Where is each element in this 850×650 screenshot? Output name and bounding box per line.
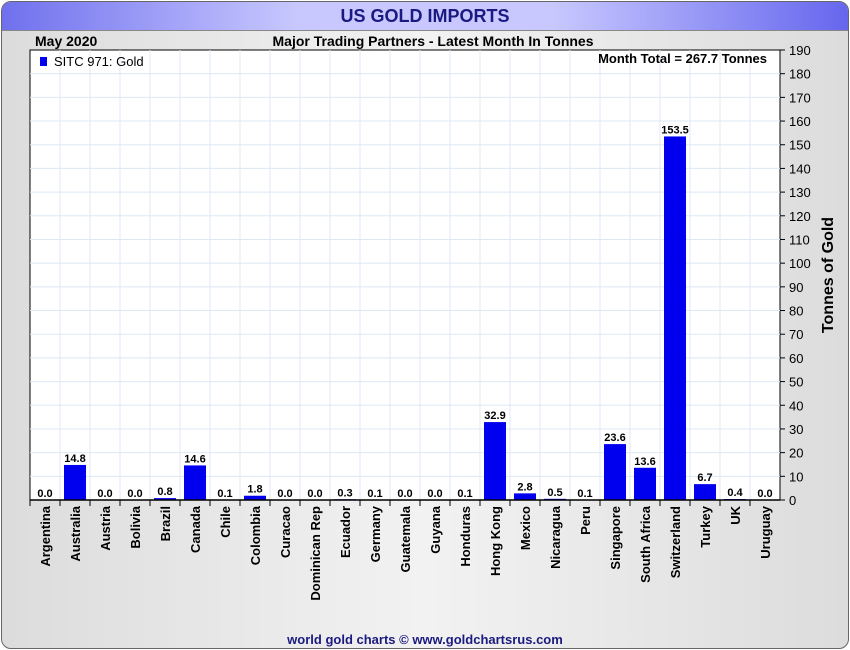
bar-mexico — [514, 493, 536, 500]
x-tick-label: UK — [728, 505, 743, 524]
y-tick-label: 60 — [789, 351, 803, 366]
legend-label: SITC 971: Gold — [54, 54, 144, 69]
bar-switzerland — [664, 136, 686, 500]
x-tick-label: Hong Kong — [488, 506, 503, 576]
x-tick-label: Turkey — [698, 505, 713, 547]
x-tick-label: Switzerland — [668, 506, 683, 578]
data-label: 0.0 — [757, 488, 772, 500]
data-label: 0.1 — [217, 488, 232, 500]
data-label: 0.0 — [37, 488, 52, 500]
data-label: 0.1 — [367, 488, 382, 500]
data-label: 14.8 — [64, 453, 85, 465]
x-tick-label: Nicaragua — [548, 505, 563, 569]
x-tick-label: Mexico — [518, 506, 533, 550]
x-tick-label: Guatemala — [398, 505, 413, 572]
x-tick-label: Argentina — [38, 505, 53, 566]
data-label: 153.5 — [661, 124, 689, 136]
x-tick-label: Ecuador — [338, 506, 353, 558]
y-tick-label: 170 — [789, 90, 811, 105]
legend-swatch — [40, 57, 47, 66]
y-tick-label: 80 — [789, 304, 803, 319]
data-label: 14.6 — [184, 453, 205, 465]
x-tick-label: Singapore — [608, 506, 623, 570]
x-tick-label: Australia — [68, 505, 83, 561]
x-tick-label: Dominican Rep — [308, 506, 323, 601]
y-axis-label: Tonnes of Gold — [820, 217, 837, 333]
y-tick-label: 90 — [789, 280, 803, 295]
bar-canada — [184, 465, 206, 500]
data-label: 0.0 — [307, 488, 322, 500]
y-tick-label: 40 — [789, 398, 803, 413]
bar-hong-kong — [484, 422, 506, 500]
data-label: 0.4 — [727, 487, 743, 499]
data-label: 0.5 — [547, 487, 562, 499]
data-label: 0.0 — [277, 488, 292, 500]
bar-singapore — [604, 444, 626, 500]
y-tick-label: 50 — [789, 375, 803, 390]
y-tick-label: 10 — [789, 469, 803, 484]
month-total-annotation: Month Total = 267.7 Tonnes — [598, 51, 767, 66]
bar-south-africa — [634, 467, 656, 500]
y-tick-label: 100 — [789, 256, 811, 271]
x-tick-label: Austria — [98, 505, 113, 551]
data-label: 0.1 — [457, 488, 472, 500]
x-tick-label: Guyana — [428, 505, 443, 553]
y-tick-label: 160 — [789, 114, 811, 129]
y-tick-label: 110 — [789, 232, 810, 247]
x-tick-label: Honduras — [458, 506, 473, 567]
x-tick-label: Uruguay — [758, 505, 773, 559]
data-label: 2.8 — [517, 481, 532, 493]
data-label: 13.6 — [634, 456, 655, 468]
x-tick-label: Canada — [188, 505, 203, 553]
data-label: 0.1 — [577, 488, 592, 500]
x-tick-label: South Africa — [638, 505, 653, 583]
y-tick-label: 140 — [789, 161, 811, 176]
data-label: 0.0 — [127, 488, 142, 500]
y-tick-label: 130 — [789, 185, 811, 200]
x-tick-label: Germany — [368, 505, 383, 562]
data-label: 0.0 — [427, 488, 442, 500]
bar-turkey — [694, 484, 716, 500]
y-tick-label: 30 — [789, 422, 803, 437]
x-tick-label: Peru — [578, 506, 593, 535]
y-tick-label: 70 — [789, 327, 803, 342]
bar-australia — [64, 464, 86, 500]
data-label: 6.7 — [697, 472, 712, 484]
y-tick-label: 150 — [789, 138, 811, 153]
x-tick-label: Brazil — [158, 506, 173, 541]
x-tick-label: Colombia — [248, 505, 263, 565]
y-tick-label: 20 — [789, 446, 803, 461]
data-label: 0.3 — [337, 487, 352, 499]
data-label: 0.0 — [97, 488, 112, 500]
y-tick-label: 120 — [789, 209, 811, 224]
x-tick-label: Bolivia — [128, 505, 143, 548]
data-label: 0.8 — [157, 486, 172, 498]
y-tick-label: 190 — [789, 43, 811, 58]
bar-chart: 0 10 20 30 40 50 60 70 80 90 100 110 120 130 140 150 160… — [29, 43, 837, 601]
x-tick-label: Chile — [218, 506, 233, 538]
x-tick-label: Curacao — [278, 506, 293, 558]
data-label: 0.0 — [397, 488, 412, 500]
data-label: 32.9 — [484, 410, 505, 422]
data-label: 1.8 — [247, 484, 262, 496]
data-label: 23.6 — [604, 432, 625, 444]
y-tick-label: 0 — [789, 493, 796, 508]
y-tick-label: 180 — [789, 67, 811, 82]
